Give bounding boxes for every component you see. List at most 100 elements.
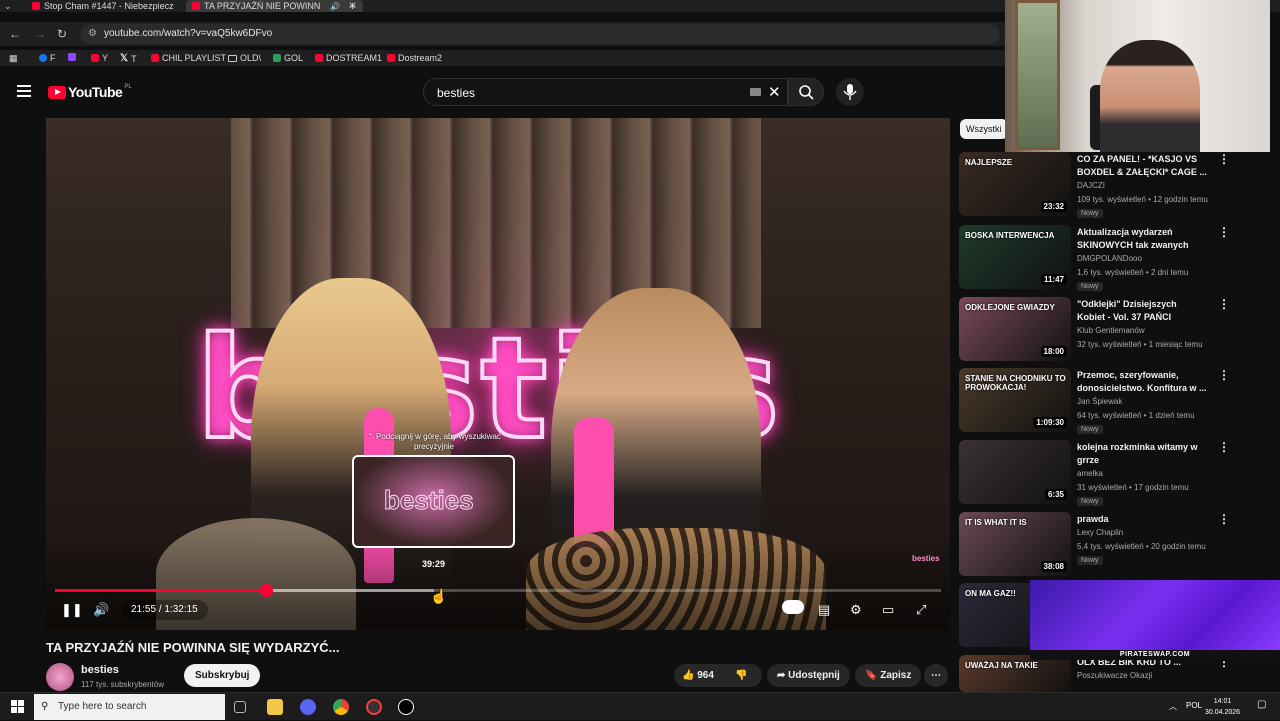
progress-bar[interactable] [55,584,941,597]
seek-preview-thumbnail: besties [352,455,515,548]
theater-mode-icon[interactable]: ▭ [882,602,894,618]
progress-scrubber[interactable] [259,584,273,597]
video-thumbnail[interactable]: ODKLEJONE GWIAZDY 18:00 [959,297,1071,361]
promo-label: PIRATESWAP.COM [1030,650,1280,660]
more-options-icon[interactable]: ⋮ [1218,152,1230,166]
video-thumbnail[interactable]: NAJLEPSZE 23:32 [959,152,1071,216]
recommended-video[interactable]: STANIE NA CHODNIKU TO PROWOKACJA! 1:09:30… [959,368,1249,434]
subscribe-button[interactable]: Subskrybuj [184,664,261,687]
more-options-icon[interactable]: ⋮ [1218,297,1230,311]
bookmark-item[interactable]: OLD\ [228,53,261,63]
video-title[interactable]: prawda [1077,513,1207,526]
discord-icon[interactable] [300,699,316,715]
notifications-icon[interactable]: ▢ [1257,699,1266,710]
channel-name[interactable]: Klub Gentlemanów [1077,326,1145,335]
filter-chip-all[interactable]: Wszystki [960,119,1008,139]
video-thumbnail[interactable]: UWAŻAJ NA TAKIE [959,655,1071,692]
autoplay-toggle[interactable] [782,600,804,614]
more-options-icon[interactable]: ⋮ [1218,368,1230,382]
url-field[interactable]: ⚙ youtube.com/watch?v=vaQ5kw6DFvo [80,24,1000,44]
tab-current-video[interactable]: TA PRZYJAŹŃ NIE POWINN 🔊 ✕ [186,0,363,12]
video-thumbnail[interactable]: 6:35 [959,440,1071,504]
video-thumbnail[interactable]: BOSKA INTERWENCJA 11:47 [959,225,1071,289]
system-clock[interactable]: 14:01 30.04.2026 [1205,696,1240,718]
bookmark-item[interactable] [68,53,76,61]
video-title[interactable]: kolejna rozkminka witamy w grrze [1077,441,1207,467]
keyboard-icon[interactable] [750,88,761,96]
settings-icon[interactable]: ⚙ [850,602,862,618]
subtitles-icon[interactable]: ▤ [818,602,830,618]
video-title[interactable]: "Odklejki" Dzisiejszych Kobiet - Vol. 37… [1077,298,1207,324]
bookmark-item[interactable]: Y [91,53,108,63]
fullscreen-icon[interactable]: ⤢ [916,602,926,618]
video-title[interactable]: Przemoc, szeryfowanie, donosicielstwo. K… [1077,369,1207,395]
voice-search-button[interactable] [836,78,864,106]
share-button[interactable]: ➦ Udostępnij [767,664,850,687]
video-title[interactable]: CO ZA PANEL! - *KASJO VS BOXDEL & ZAŁĘCK… [1077,153,1207,179]
channel-name[interactable]: Lexy Chaplin [1077,528,1123,537]
bookmark-item[interactable]: DOSTREAM1 [315,53,382,63]
more-options-icon[interactable]: ⋮ [1218,440,1230,454]
dislike-button[interactable]: 👎 [735,664,747,687]
taskbar-search[interactable]: ⚲ Type here to search [34,694,225,720]
time-total: 1:32:15 [164,604,198,615]
video-player[interactable]: besties ⌃ Podciągnij w górę, aby wyszuki… [46,118,950,630]
reload-icon[interactable]: ↻ [57,27,67,41]
new-tab-button[interactable]: + [349,0,356,12]
video-title[interactable]: Aktualizacja wydarzeń SKINOWYCH tak zwan… [1077,226,1207,252]
recommended-video[interactable]: ODKLEJONE GWIAZDY 18:00 "Odklejki" Dzisiej… [959,297,1249,363]
apps-grid-icon[interactable]: ▦ [9,53,18,64]
bookmark-item[interactable]: F [39,53,56,63]
channel-name[interactable]: amelka [1077,469,1103,478]
thumbnail-text: BOSKA INTERWENCJA [965,231,1055,240]
channel-watermark[interactable]: besties [912,554,940,563]
channel-name[interactable]: besties [81,664,119,676]
pause-icon[interactable]: ❚❚ [61,602,83,618]
save-button[interactable]: 🔖 Zapisz [855,664,922,687]
recommended-video[interactable]: 6:35 kolejna rozkminka witamy w grrze amel… [959,440,1249,506]
tab-list-icon[interactable]: ⌄ [4,0,12,12]
bookmark-item[interactable]: Dostream2 [387,53,442,63]
language-indicator[interactable]: POL [1186,701,1202,710]
channel-name[interactable]: Poszukiwacze Okazji [1077,671,1152,680]
tab-stop-cham[interactable]: Stop Cham #1447 - Niebezpiecz ✕ [32,0,194,12]
more-actions-button[interactable]: ⋯ [924,664,948,687]
seek-hint: ⌃ Podciągnij w górę, aby wyszukiwać prec… [367,432,501,451]
app-icon[interactable] [398,699,414,715]
channel-name[interactable]: Jan Śpiewak [1077,397,1122,406]
recommended-video[interactable]: NAJLEPSZE 23:32 CO ZA PANEL! - *KASJO VS B… [959,152,1249,218]
video-duration: 6:35 [1044,489,1067,500]
clear-search-icon[interactable]: ✕ [768,83,781,101]
video-meta: 109 tys. wyświetleń • 12 godzin temu [1077,195,1208,204]
more-options-icon[interactable]: ⋮ [1218,512,1230,526]
menu-icon[interactable] [17,85,31,100]
channel-name[interactable]: DMGPOLANDooo [1077,254,1142,263]
like-button[interactable]: 👍 964 [682,664,714,687]
search-input[interactable]: besties ✕ [423,78,788,106]
site-info-icon[interactable]: ⚙ [88,24,97,44]
forward-icon[interactable]: → [34,27,46,41]
back-icon[interactable]: ← [9,27,21,41]
channel-name[interactable]: DAJCZI [1077,181,1105,190]
youtube-logo[interactable]: YouTube PL [48,84,132,100]
bookmark-item[interactable]: GOL [273,53,303,63]
recommended-video[interactable]: IT IS WHAT IT IS 38:08 prawda Lexy Chaplin 5… [959,512,1249,578]
video-thumbnail[interactable]: STANIE NA CHODNIKU TO PROWOKACJA! 1:09:30 [959,368,1071,432]
search-button[interactable] [788,78,824,106]
chrome-icon[interactable] [333,699,349,715]
bookmark-item[interactable]: CHIL PLAYLIST [151,53,226,63]
obs-icon[interactable] [366,699,382,715]
volume-icon[interactable]: 🔊 [93,602,109,618]
channel-avatar[interactable] [46,663,74,691]
video-thumbnail[interactable]: IT IS WHAT IT IS 38:08 [959,512,1071,576]
video-meta: 31 wyświetleń • 17 godzin temu [1077,483,1189,492]
more-options-icon[interactable]: ⋮ [1218,225,1230,239]
file-explorer-icon[interactable] [267,699,283,715]
tray-expand-icon[interactable]: ︿ [1169,701,1177,712]
taskbar-search-placeholder: Type here to search [58,701,147,712]
bookmark-item[interactable]: 𝕏T [120,53,137,64]
speaker-icon[interactable]: 🔊 [330,1,340,12]
task-view-icon[interactable] [234,701,246,713]
windows-start-icon[interactable] [11,700,24,713]
recommended-video[interactable]: BOSKA INTERWENCJA 11:47 Aktualizacja wydar… [959,225,1249,291]
